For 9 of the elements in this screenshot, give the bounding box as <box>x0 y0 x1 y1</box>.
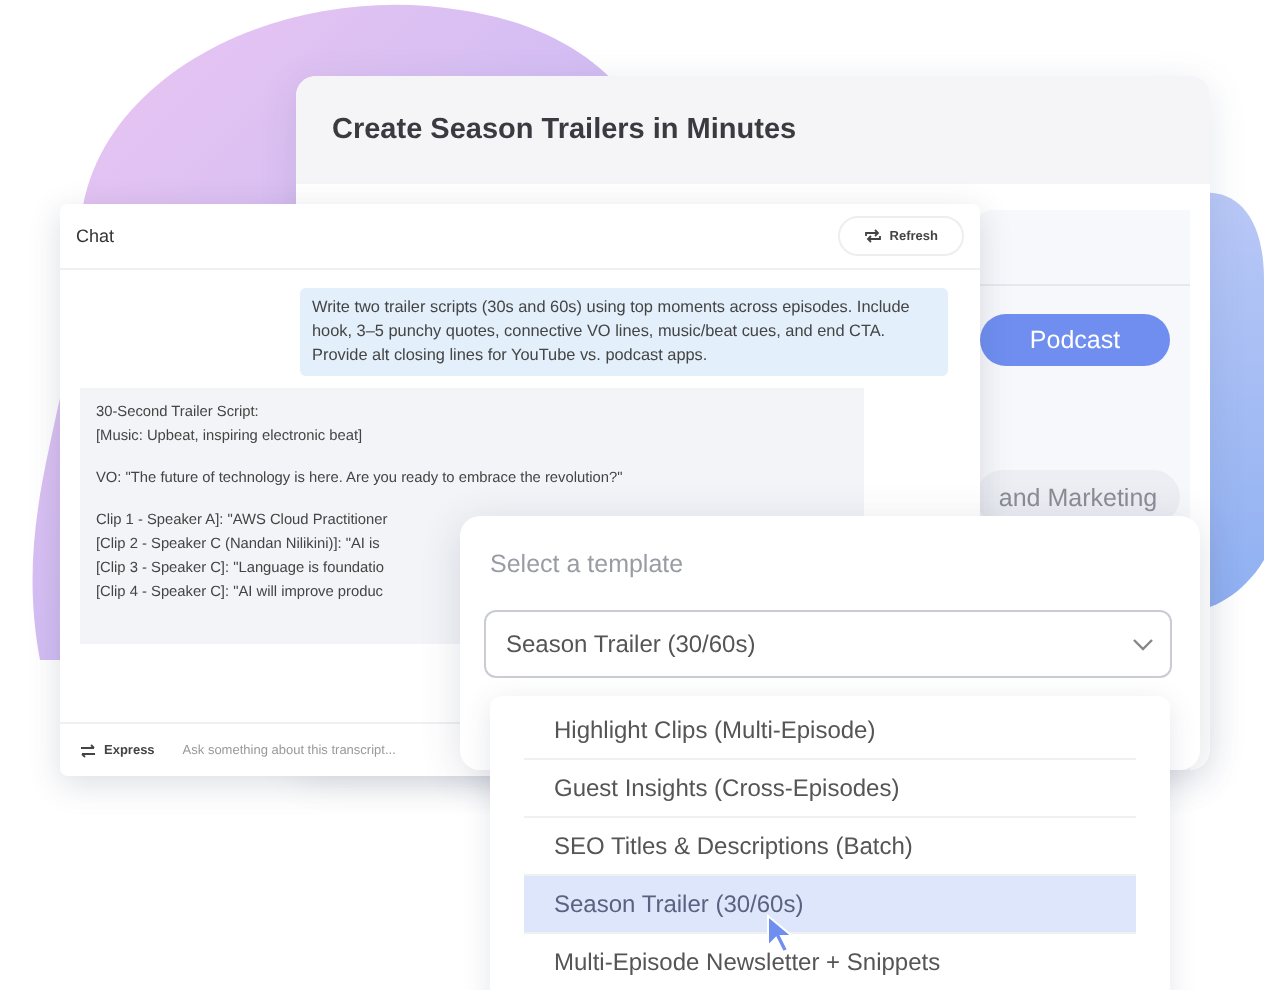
chevron-icon <box>1132 637 1154 651</box>
field-label: Select a template <box>490 550 684 578</box>
template-select[interactable]: Season Trailer (30/60s) <box>484 610 1172 678</box>
swap-icon <box>80 743 96 757</box>
chat-title: Chat <box>76 226 115 246</box>
user-message: Write two trailer scripts (30s and 60s) using top moments across episodes. Include hook, 3–5 punchy quotes, connective VO lines, music/beat cues, and end CTA. Provide alt closing lines for YouTube vs. podcast apps. <box>300 288 948 376</box>
card-title: Create Season Trailers in Minutes <box>332 114 797 146</box>
refresh-icon <box>863 228 882 244</box>
dropdown-option[interactable]: Season Trailer (30/60s) <box>524 876 1136 934</box>
